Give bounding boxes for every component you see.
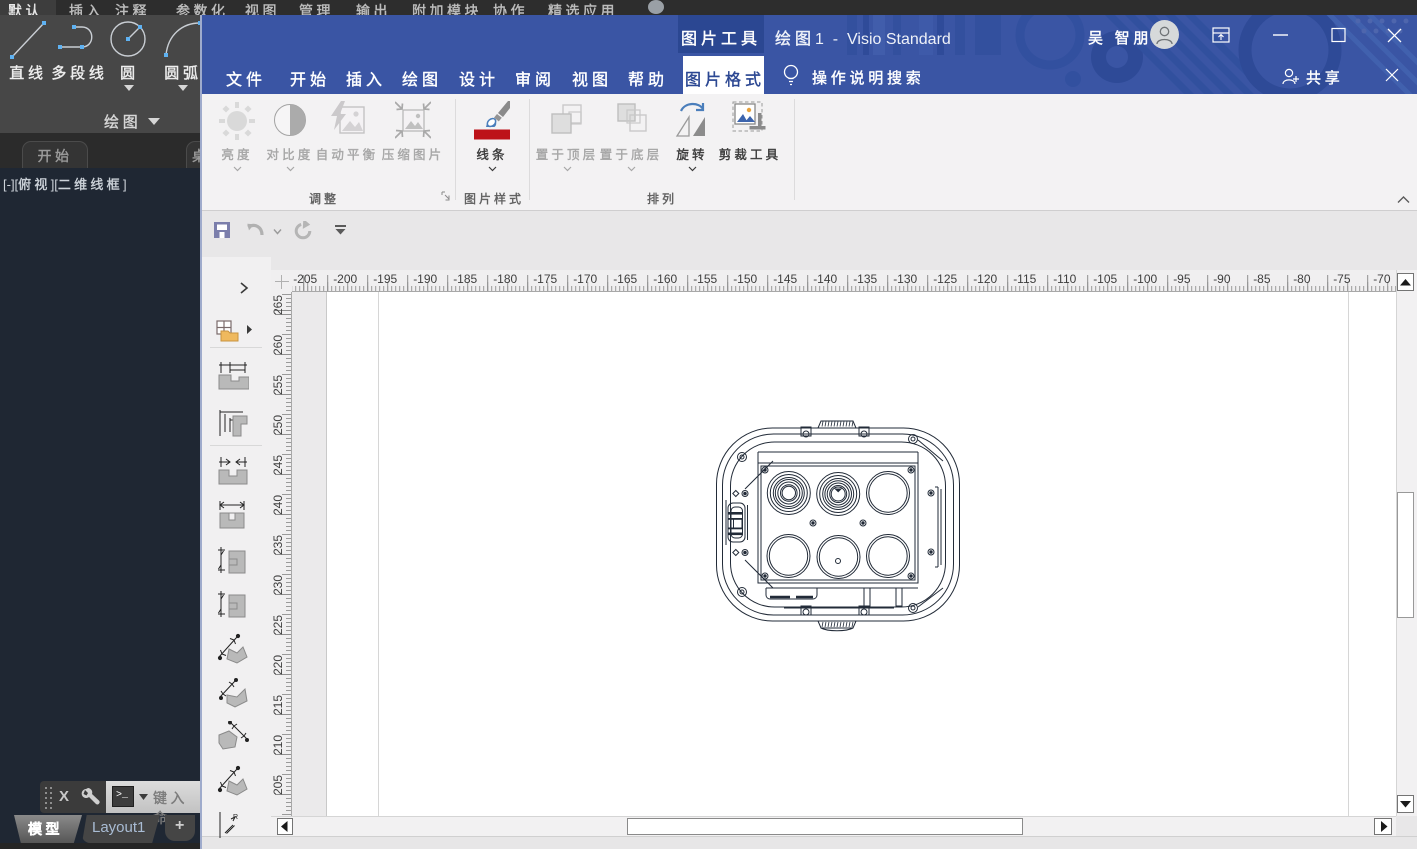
svg-text:R: R [233,814,238,821]
